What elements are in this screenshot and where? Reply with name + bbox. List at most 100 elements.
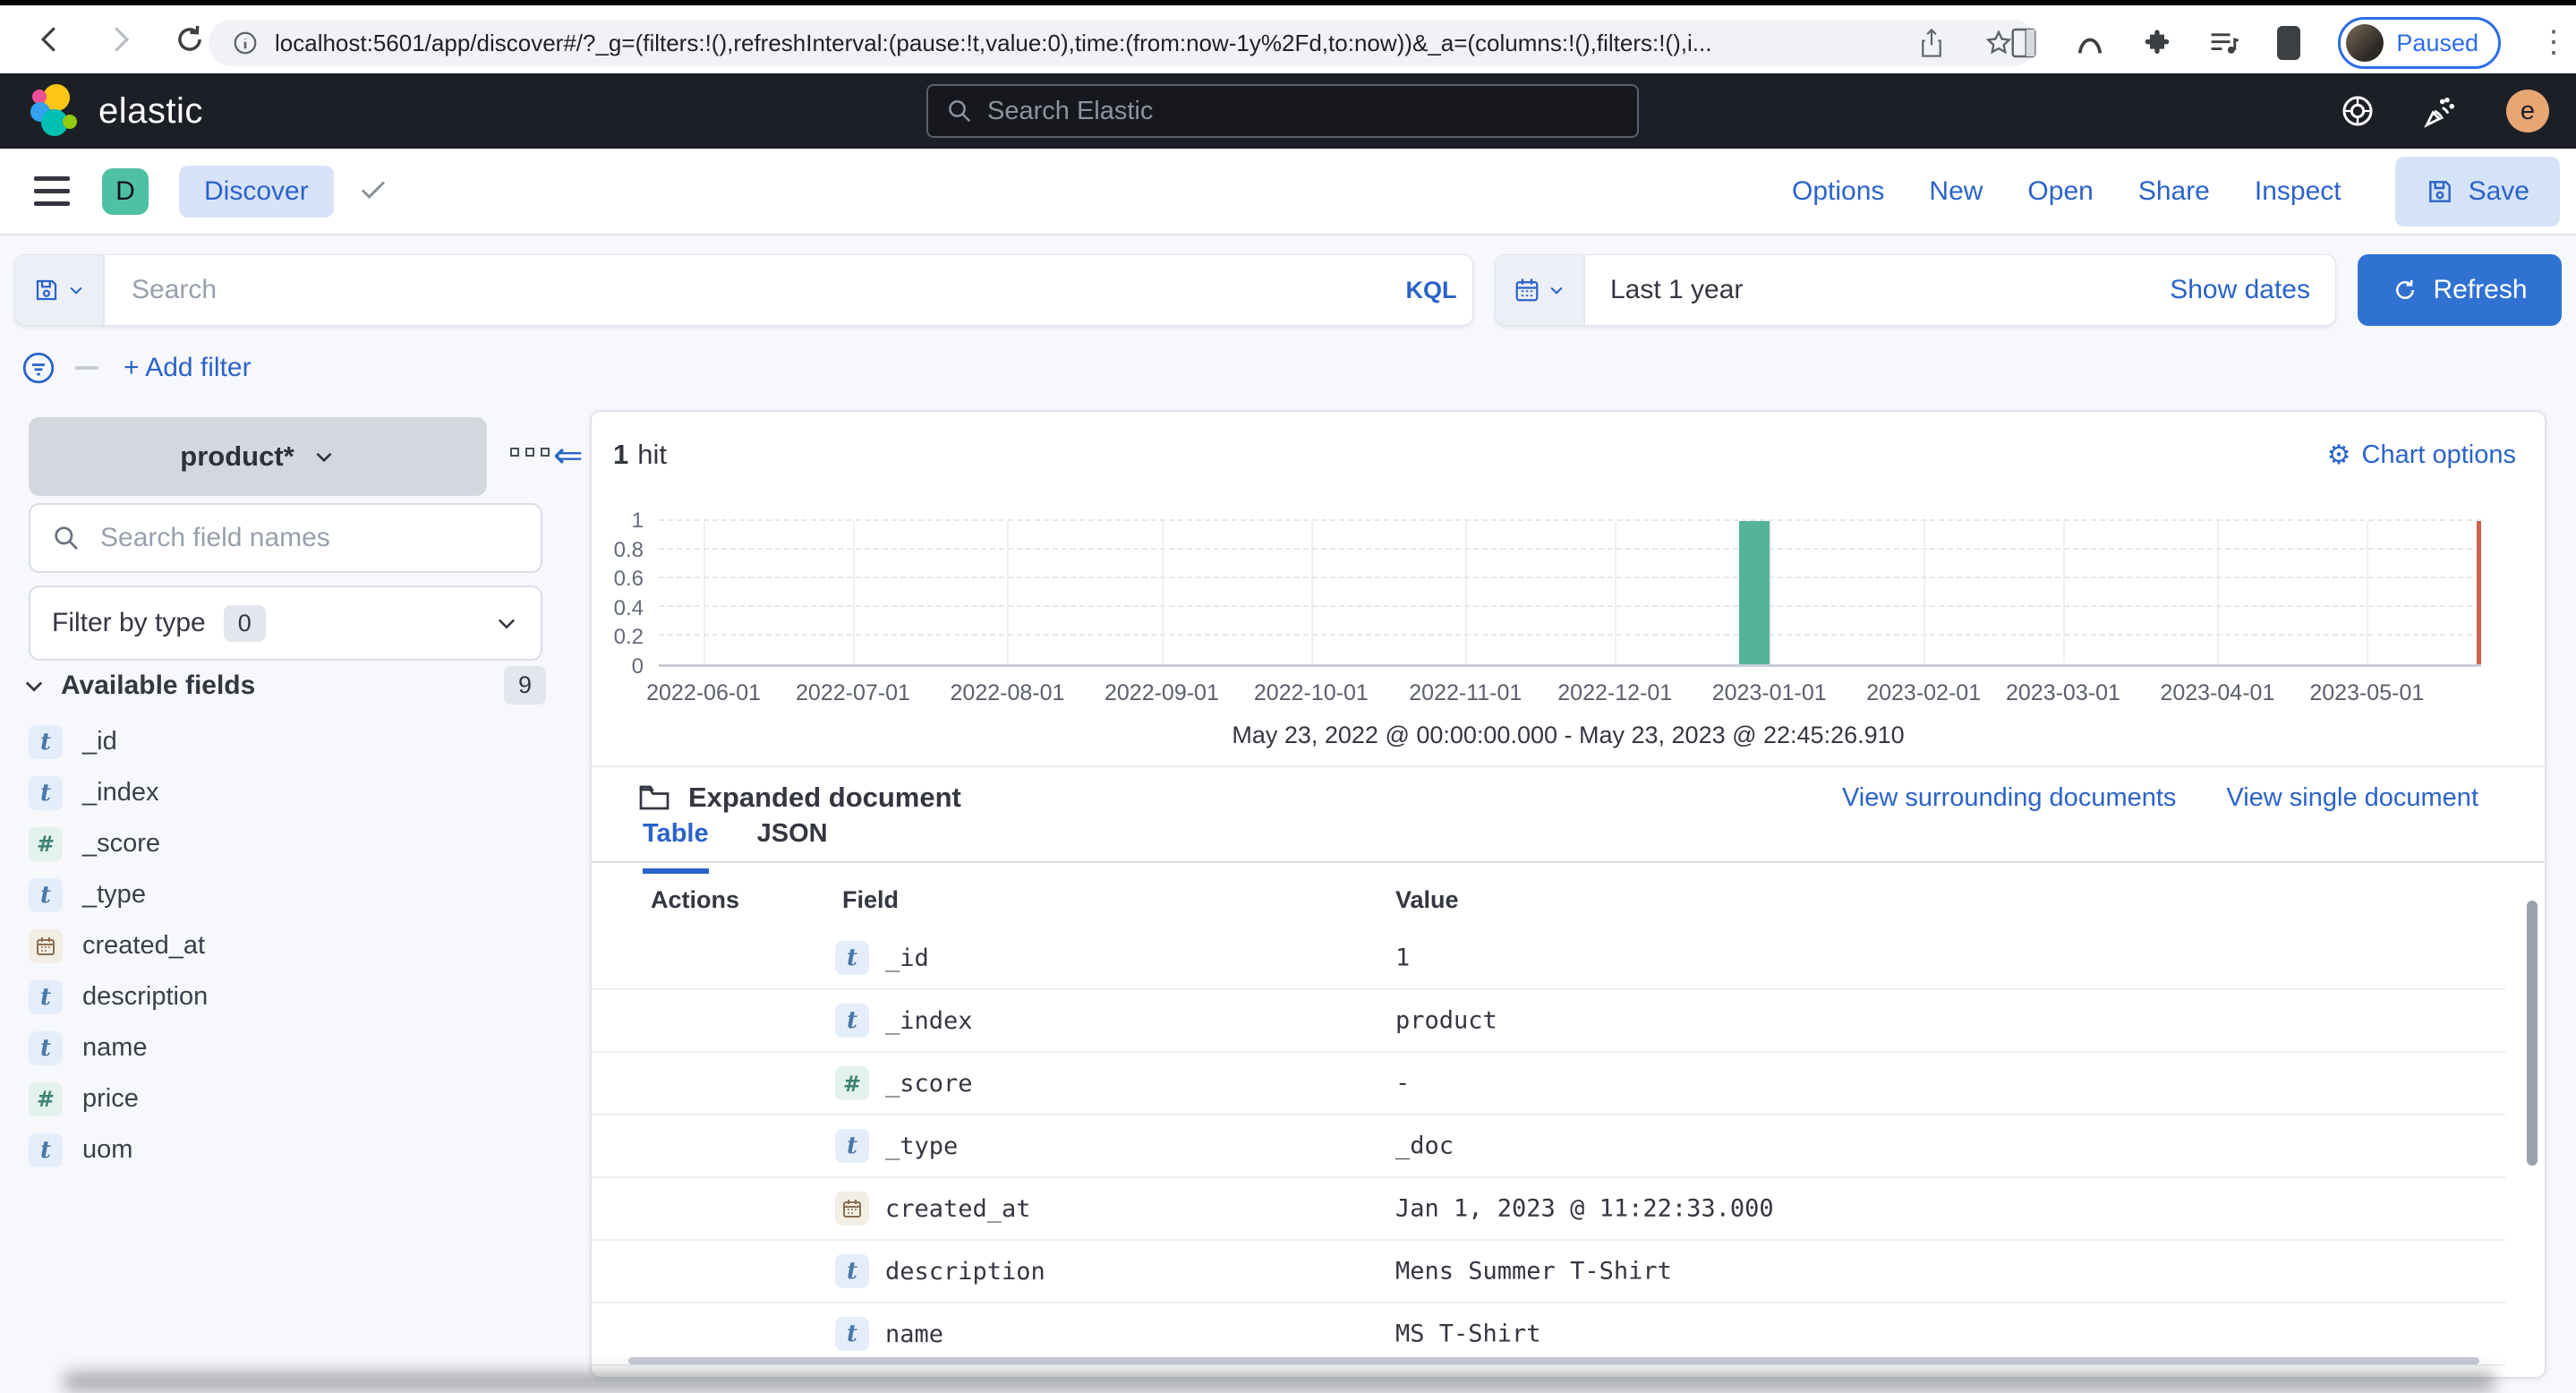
pinned-extension-icon[interactable] [2277, 26, 2301, 60]
chevron-down-icon [494, 611, 519, 636]
data-view-selector[interactable]: product* [29, 417, 487, 496]
screen: localhost:5601/app/discover#/?_g=(filter… [0, 0, 2576, 1393]
histogram-bar[interactable] [1739, 521, 1770, 664]
profile-paused-pill[interactable]: Paused [2338, 17, 2501, 69]
fields-list: t _id t _index # _score t _type created_at t descr… [0, 716, 587, 1175]
side-panel-extension-icon[interactable] [2010, 27, 2037, 59]
field-item[interactable]: # _score [0, 818, 587, 869]
options-link[interactable]: Options [1792, 176, 1884, 207]
histogram-plot[interactable] [659, 519, 2481, 667]
row-field-value: product [1395, 1006, 1497, 1035]
chart-time-range-caption: May 23, 2022 @ 00:00:00.000 - May 23, 20… [1232, 722, 1905, 748]
filter-menu-icon[interactable] [20, 349, 57, 387]
inspect-link[interactable]: Inspect [2255, 176, 2341, 207]
reload-icon[interactable] [170, 20, 209, 59]
view-single-document-link[interactable]: View single document [2226, 783, 2478, 813]
field-item[interactable]: t _index [0, 767, 587, 818]
help-icon[interactable] [2340, 93, 2376, 129]
gridline-vertical [2062, 521, 2065, 664]
time-range-value[interactable]: Last 1 year [1610, 275, 1743, 305]
vertical-scrollbar[interactable] [2527, 901, 2538, 1166]
space-badge[interactable]: D [102, 167, 149, 215]
extensions-puzzle-icon[interactable] [2143, 29, 2171, 57]
collapse-sidebar-icon[interactable]: ⇐ [553, 435, 584, 476]
field-name: description [82, 982, 209, 1011]
document-tabs: Table JSON [643, 819, 828, 874]
field-settings-icon[interactable] [510, 448, 550, 457]
save-disk-icon [2426, 177, 2454, 206]
gridline-vertical [852, 521, 855, 664]
panel-divider [592, 765, 2545, 767]
field-name: uom [82, 1135, 133, 1164]
playlist-extension-icon[interactable] [2209, 30, 2239, 56]
table-row[interactable]: t description Mens Summer T-Shirt [592, 1241, 2505, 1303]
saved-query-menu-button[interactable] [15, 255, 105, 325]
row-field-value: 1 [1395, 944, 1411, 972]
show-dates-link[interactable]: Show dates [2170, 275, 2310, 305]
site-info-icon[interactable] [232, 30, 259, 56]
date-quick-menu-button[interactable] [1496, 255, 1585, 325]
field-item[interactable]: t uom [0, 1124, 587, 1175]
x-tick-label: 2023-05-01 [2309, 680, 2425, 705]
text-type-icon: t [29, 724, 63, 759]
arc-extension-icon[interactable] [2075, 28, 2105, 58]
field-item[interactable]: t description [0, 971, 587, 1022]
open-link[interactable]: Open [2027, 176, 2093, 207]
available-fields-accordion[interactable]: Available fields 9 [21, 666, 546, 705]
table-row[interactable]: t _index product [592, 990, 2505, 1053]
save-button[interactable]: Save [2394, 156, 2560, 226]
gridline-vertical [1161, 521, 1164, 664]
text-type-icon: t [29, 775, 63, 810]
url-bar[interactable]: localhost:5601/app/discover#/?_g=(filter… [209, 20, 2036, 66]
table-row[interactable]: created_at Jan 1, 2023 @ 11:22:33.000 [592, 1178, 2505, 1241]
query-search-input[interactable]: Search [105, 255, 1390, 325]
text-type-icon: t [835, 941, 869, 975]
global-search-input[interactable]: Search Elastic [926, 84, 1639, 138]
back-icon[interactable] [30, 20, 70, 59]
kql-language-button[interactable]: KQL [1390, 255, 1472, 325]
table-row[interactable]: t _id 1 [592, 927, 2505, 990]
gridline-vertical [704, 521, 706, 664]
field-search-input[interactable]: Search field names [29, 503, 542, 573]
bookmark-star-icon[interactable] [1984, 29, 2013, 57]
gridline-horizontal [659, 634, 2481, 636]
filter-by-type-dropdown[interactable]: Filter by type 0 [29, 585, 542, 661]
row-field-name: _type [885, 1132, 959, 1160]
elastic-logo-icon[interactable] [30, 84, 84, 138]
y-tick-label: 1 [631, 508, 644, 533]
field-item[interactable]: # price [0, 1073, 587, 1124]
field-item[interactable]: created_at [0, 920, 587, 971]
text-type-icon: t [29, 979, 63, 1014]
filter-by-type-count: 0 [223, 604, 266, 642]
field-item[interactable]: t _type [0, 869, 587, 920]
hits-count: 1 [613, 439, 629, 470]
elastic-brand-text[interactable]: elastic [98, 91, 203, 132]
new-link[interactable]: New [1929, 176, 1983, 207]
forward-icon[interactable] [100, 20, 140, 59]
table-row[interactable]: t _type _doc [592, 1115, 2505, 1178]
newsfeed-party-icon[interactable] [2422, 92, 2460, 130]
row-field-cell: t description [835, 1254, 1045, 1288]
tab-json[interactable]: JSON [757, 819, 828, 874]
share-icon[interactable] [1918, 28, 1945, 58]
add-filter-link[interactable]: + Add filter [124, 353, 252, 383]
share-link[interactable]: Share [2138, 176, 2210, 207]
user-avatar[interactable]: e [2506, 90, 2549, 132]
browser-menu-icon[interactable]: ⋮ [2538, 27, 2569, 57]
horizontal-scrollbar[interactable] [628, 1357, 2479, 1364]
tab-table[interactable]: Table [643, 819, 709, 874]
table-row[interactable]: # _score - [592, 1053, 2505, 1115]
field-item[interactable]: t _id [0, 716, 587, 767]
menu-hamburger-icon[interactable] [34, 176, 70, 206]
gridline-vertical [1923, 521, 1926, 664]
y-axis-labels: 0 0.2 0.4 0.6 0.8 1 [592, 508, 644, 679]
chart-options-button[interactable]: ⚙ Chart options [2327, 440, 2516, 471]
refresh-button[interactable]: Refresh [2358, 254, 2562, 326]
gridline-vertical [1310, 521, 1313, 664]
document-table-rows: t _id 1 t _index product # _score - t _type _doc cr… [592, 927, 2505, 1366]
view-surrounding-documents-link[interactable]: View surrounding documents [1842, 783, 2176, 813]
field-item[interactable]: t name [0, 1022, 587, 1073]
url-text[interactable]: localhost:5601/app/discover#/?_g=(filter… [275, 30, 1900, 57]
column-header-field: Field [842, 886, 900, 913]
breadcrumb[interactable]: Discover [179, 165, 334, 218]
